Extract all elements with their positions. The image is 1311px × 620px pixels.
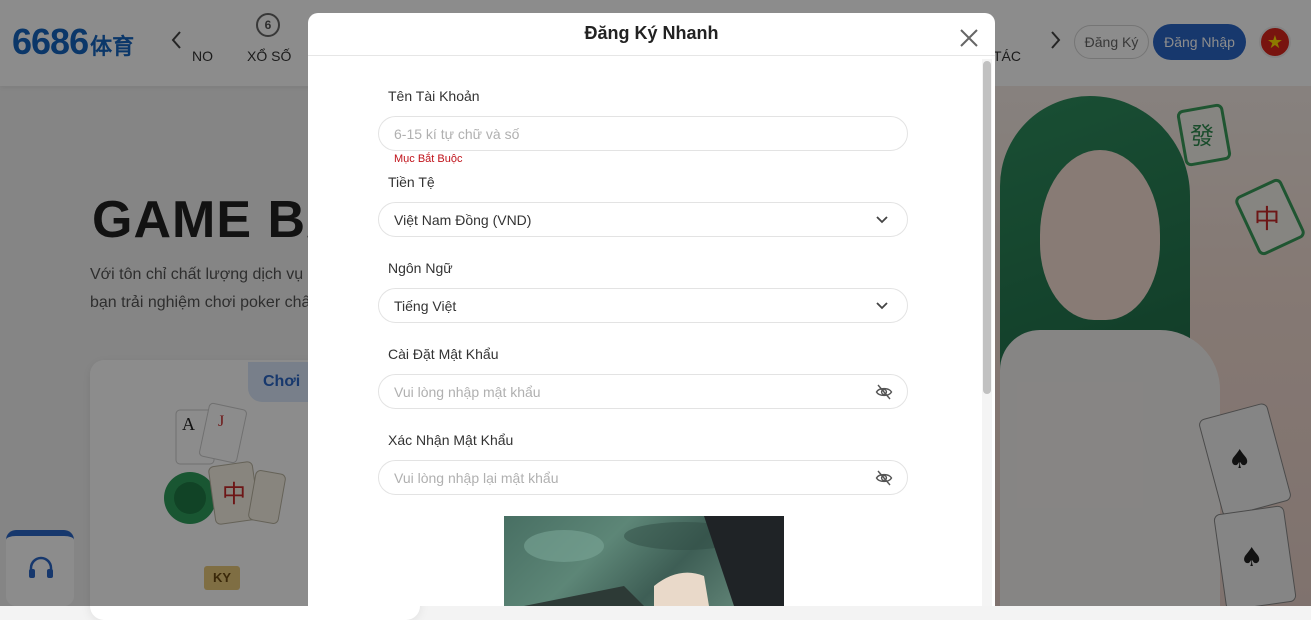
username-error-text: Mục Bắt Buộc [394,153,463,165]
language-select[interactable]: Tiếng Việt [378,288,908,323]
language-value: Tiếng Việt [394,298,457,314]
eye-off-icon[interactable] [875,469,893,487]
username-field[interactable] [378,116,908,151]
quick-register-modal: Đăng Ký Nhanh Tên Tài Khoản Mục Bắt Buộc… [308,13,995,606]
chevron-down-icon [876,216,888,224]
modal-header: Đăng Ký Nhanh [308,13,995,56]
verification-image-content [524,516,784,606]
chevron-down-icon [876,302,888,310]
language-label: Ngôn Ngữ [388,260,453,276]
password-field[interactable] [378,374,908,409]
modal-title: Đăng Ký Nhanh [584,23,719,43]
currency-label: Tiền Tệ [388,174,435,190]
password-label: Cài Đặt Mật Khẩu [388,346,499,362]
confirm-password-field[interactable] [378,460,908,495]
modal-scrollbar-thumb[interactable] [983,61,991,394]
eye-off-icon[interactable] [875,383,893,401]
close-icon[interactable] [958,27,980,49]
currency-value: Việt Nam Đồng (VND) [394,212,532,228]
confirm-password-label: Xác Nhận Mật Khẩu [388,432,514,448]
password-input[interactable] [394,375,864,408]
verification-image[interactable] [504,516,784,606]
confirm-password-input[interactable] [394,461,864,494]
currency-select[interactable]: Việt Nam Đồng (VND) [378,202,908,237]
modal-scrollbar[interactable] [982,59,992,606]
username-label: Tên Tài Khoản [388,88,480,104]
username-input[interactable] [394,117,864,150]
